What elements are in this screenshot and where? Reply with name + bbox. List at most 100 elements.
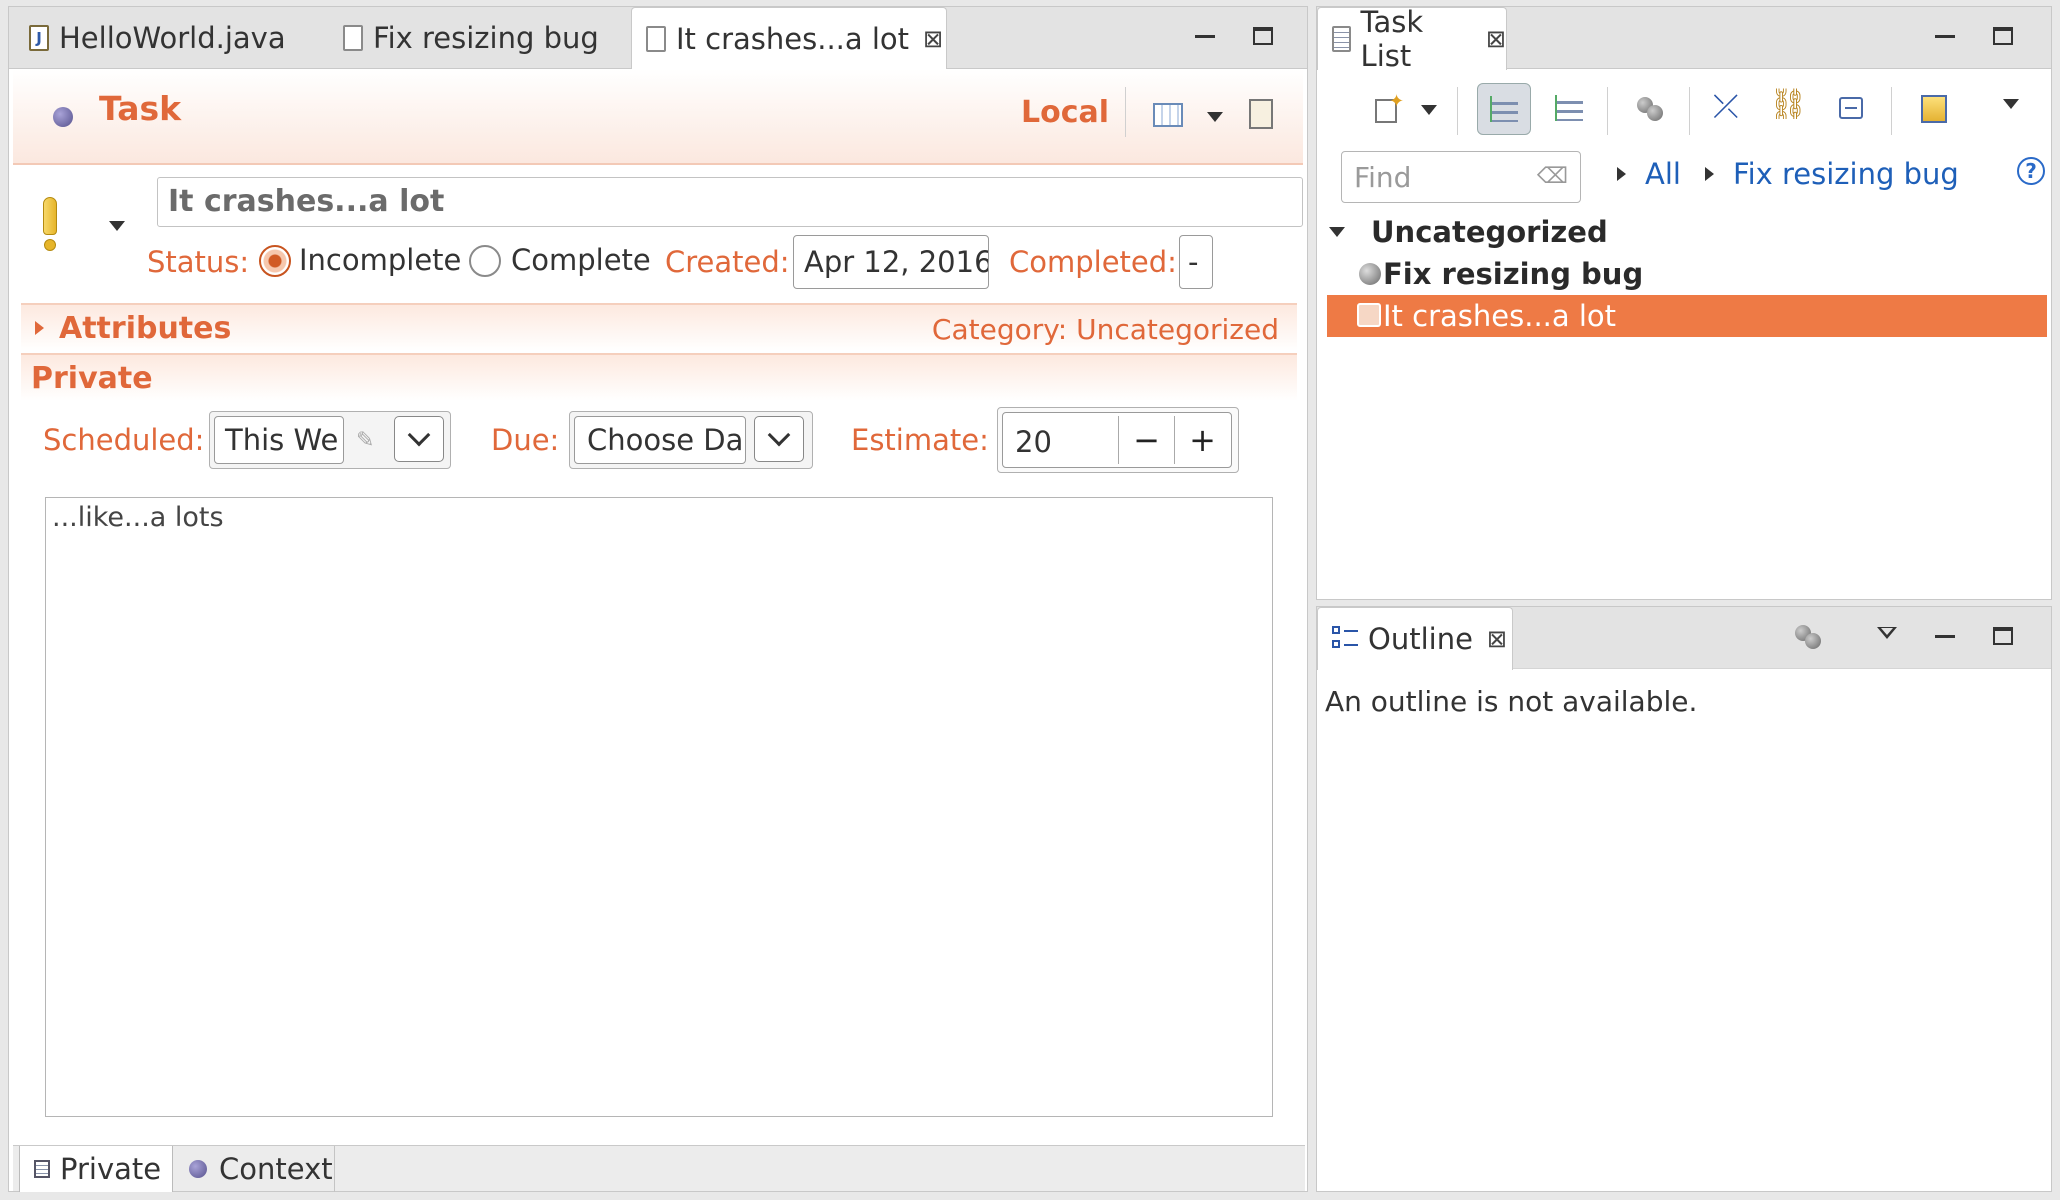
incomplete-label: Incomplete [299,243,462,277]
due-input[interactable]: Choose Da [574,416,746,464]
completed-date-field: - [1179,235,1213,289]
find-input[interactable]: Find ⌫ [1341,151,1581,203]
close-icon[interactable]: ⊠ [1486,25,1506,53]
outline-view: Outline ⊠ An outline is not available. [1316,606,2052,1192]
tree-item-fix-resizing-bug[interactable]: Fix resizing bug [1327,253,2047,295]
view-menu-icon[interactable] [2003,99,2019,109]
collapse-icon[interactable] [1835,91,1871,127]
scheduled-label: Scheduled: [43,423,205,457]
due-dropdown-button[interactable] [754,416,804,462]
breadcrumb-arrow-icon [1617,167,1626,181]
minimize-button[interactable] [1195,25,1217,45]
maximize-button[interactable] [1993,625,2015,645]
minimize-button[interactable] [1935,25,1957,45]
summary-input[interactable]: It crashes...a lot [157,177,1303,227]
tree-item-it-crashes[interactable]: It crashes...a lot [1327,295,2047,337]
new-task-dropdown-icon[interactable] [1421,105,1437,115]
decrement-button[interactable]: − [1118,416,1174,464]
clear-icon[interactable]: ⌫ [1537,164,1568,189]
chevron-down-icon[interactable] [1207,112,1223,122]
maximize-button[interactable] [1253,25,1275,45]
help-icon[interactable]: ? [2017,157,2045,185]
editor-bottom-tabs: Private Context [13,1145,1305,1192]
task-list-icon [1332,26,1351,52]
separator [1457,87,1458,135]
tab-task-list[interactable]: Task List ⊠ [1317,5,1507,73]
synchronize-icon[interactable] [1917,91,1953,127]
outline-icon [1332,626,1358,652]
link-with-editor-icon[interactable]: ⛓ [1769,87,1807,122]
attributes-section[interactable]: Attributes Category: Uncategorized [21,303,1297,351]
focus-icon[interactable] [1633,93,1669,129]
description-textarea[interactable]: ...like...a lots [45,497,1273,1117]
priority-dropdown-icon[interactable] [109,221,125,231]
increment-button[interactable]: + [1174,416,1230,464]
tab-it-crashes[interactable]: It crashes...a lot ⊠ [631,7,947,70]
tab-label: HelloWorld.java [59,21,286,55]
scheduled-combo[interactable]: This We ✎ [209,411,451,469]
calendar-icon[interactable] [1153,103,1183,127]
separator [1891,87,1892,135]
task-icon [1357,303,1381,327]
task-status-icon [53,107,73,127]
tab-private[interactable]: Private [19,1146,173,1192]
tab-label: Fix resizing bug [373,21,599,55]
estimate-value[interactable]: 20 [1015,425,1052,459]
task-label: Fix resizing bug [1383,257,1644,291]
radio-complete[interactable] [469,245,501,277]
maximize-button[interactable] [1993,25,2015,45]
completed-label: Completed: [1009,245,1177,279]
tab-label: Context [219,1152,333,1186]
radio-incomplete[interactable] [259,245,291,277]
outline-message: An outline is not available. [1325,685,1698,718]
focus-icon[interactable] [1793,623,1829,659]
new-task-icon[interactable]: ✦ [1371,91,1407,127]
due-label: Due: [491,423,560,457]
separator [1125,87,1126,137]
submit-icon[interactable] [1249,99,1273,129]
collapse-all-icon[interactable]: ⤫ [1713,87,1739,126]
private-label: Private [31,361,153,396]
due-combo[interactable]: Choose Da [569,411,813,469]
tree-icon [1490,96,1518,122]
separator [1607,87,1608,135]
context-icon [189,1160,207,1178]
private-section: Private [21,353,1297,401]
estimate-stepper[interactable]: 20 − + [997,407,1239,473]
attributes-label: Attributes [59,311,232,346]
tab-fix-resizing-bug[interactable]: Fix resizing bug [329,7,619,69]
breadcrumb-current[interactable]: Fix resizing bug [1733,157,1959,191]
category-label: Uncategorized [1371,215,1608,249]
minimize-icon [1195,35,1215,38]
find-placeholder: Find [1354,160,1412,194]
tree-category-uncategorized[interactable]: Uncategorized [1327,211,2047,253]
maximize-icon [1253,27,1273,45]
chevron-down-icon [767,423,791,447]
expand-icon[interactable] [1329,227,1345,237]
task-icon [646,26,666,52]
expand-icon [35,321,44,335]
tab-helloworld-java[interactable]: J HelloWorld.java [15,7,305,69]
maximize-icon [1993,27,2013,45]
clear-icon[interactable]: ✎ [356,428,374,453]
task-header: Task Local [13,69,1303,165]
categorized-toggle[interactable] [1477,83,1531,135]
close-icon[interactable]: ⊠ [923,25,943,53]
scheduled-dropdown-button[interactable] [394,416,444,462]
category-label: Category: Uncategorized [931,313,1279,346]
task-icon [1359,263,1381,285]
scheduled-tree-icon[interactable] [1551,91,1587,127]
breadcrumb-arrow-icon [1705,167,1714,181]
breadcrumb-all[interactable]: All [1645,157,1681,191]
editor-title: Task [99,89,182,128]
created-label: Created: [665,245,790,279]
separator [1689,87,1690,135]
tab-context[interactable]: Context [175,1146,335,1192]
minimize-button[interactable] [1935,625,1957,645]
tab-label: It crashes...a lot [676,22,910,56]
close-icon[interactable]: ⊠ [1487,625,1507,653]
priority-icon[interactable] [41,197,59,253]
form-icon [34,1160,50,1178]
scheduled-input[interactable]: This We [214,416,344,464]
tab-outline[interactable]: Outline ⊠ [1317,607,1513,670]
